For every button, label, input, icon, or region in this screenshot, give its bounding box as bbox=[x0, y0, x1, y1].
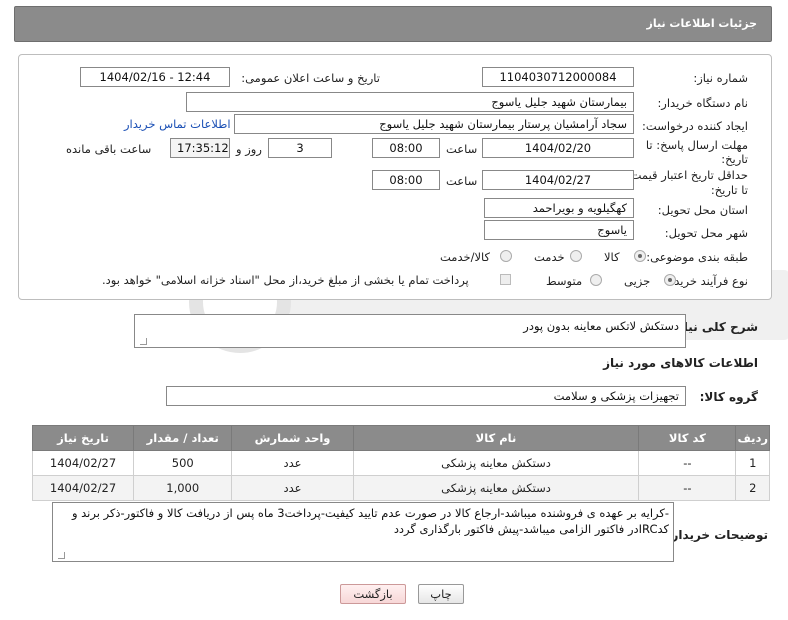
reply-days-field[interactable]: 3 bbox=[268, 138, 332, 158]
process-label: نوع فرآیند خرید : bbox=[666, 274, 748, 288]
reply-days-label: روز و bbox=[236, 142, 262, 156]
cell-qty: 500 bbox=[133, 450, 233, 476]
category-radio-goods[interactable] bbox=[634, 250, 646, 262]
requester-field[interactable]: سجاد آرامشیان پرستار بیمارستان شهید جلیل… bbox=[234, 114, 634, 134]
treasury-note: پرداخت تمام یا بخشی از مبلغ خرید،از محل … bbox=[102, 273, 469, 287]
buyer-notes-line-1: -کرایه بر عهده ی فروشنده میباشد-ارجاع کا… bbox=[71, 506, 669, 520]
buyer-notes-line-2: کدIRCدر فاکتور الزامی میباشد-پیش فاکتور … bbox=[393, 522, 669, 536]
cell-qty: 1,000 bbox=[133, 475, 233, 501]
goods-table: ردیف کد کالا نام کالا واحد شمارش تعداد /… bbox=[31, 425, 770, 501]
process-radio-minor[interactable] bbox=[664, 274, 676, 286]
category-radio-goods-service[interactable] bbox=[500, 250, 512, 262]
need-number-label: شماره نیاز: bbox=[693, 71, 748, 85]
buyer-contact-link[interactable]: اطلاعات تماس خریدار bbox=[124, 117, 231, 131]
reply-deadline-label-1: مهلت ارسال پاسخ: تا bbox=[645, 138, 748, 152]
buyer-notes-textarea[interactable]: -کرایه بر عهده ی فروشنده میباشد-ارجاع کا… bbox=[52, 502, 674, 562]
remaining-time-field: 17:35:12 bbox=[170, 138, 230, 158]
price-validity-label-2: تا تاریخ: bbox=[710, 183, 748, 197]
announce-datetime-field[interactable]: 1404/02/16 - 12:44 bbox=[80, 67, 230, 87]
requester-label: ایجاد کننده درخواست: bbox=[642, 119, 748, 133]
col-qty: تعداد / مقدار bbox=[133, 425, 233, 451]
goods-group-label: گروه کالا: bbox=[699, 390, 758, 404]
reply-deadline-time-field[interactable]: 08:00 bbox=[372, 138, 440, 158]
cell-code: -- bbox=[638, 475, 737, 501]
category-option-goods-service: کالا/خدمت bbox=[440, 250, 491, 264]
goods-group-field[interactable]: تجهیزات پزشکی و سلامت bbox=[166, 386, 686, 406]
delivery-province-field[interactable]: کهگیلویه و بویراحمد bbox=[484, 198, 634, 218]
goods-section-title: اطلاعات کالاهای مورد نیاز bbox=[603, 356, 758, 370]
col-unit: واحد شمارش bbox=[231, 425, 354, 451]
col-code: کد کالا bbox=[638, 425, 737, 451]
process-radio-medium[interactable] bbox=[590, 274, 602, 286]
buyer-notes-label: توضیحات خریدار: bbox=[666, 528, 768, 542]
buyer-org-field[interactable]: بیمارستان شهید جلیل یاسوج bbox=[186, 92, 634, 112]
announce-datetime-label: تاریخ و ساعت اعلان عمومی: bbox=[241, 71, 380, 85]
category-option-service: خدمت bbox=[534, 250, 565, 264]
description-textarea[interactable]: دستکش لاتکس معاینه بدون پودر bbox=[134, 314, 686, 348]
process-option-medium: متوسط bbox=[546, 274, 583, 288]
price-validity-date-field[interactable]: 1404/02/27 bbox=[482, 170, 634, 190]
cell-code: -- bbox=[638, 450, 737, 476]
cell-unit: عدد bbox=[231, 475, 354, 501]
description-resize-handle[interactable] bbox=[140, 338, 147, 345]
price-validity-label-1: حداقل تاریخ اعتبار قیمت: bbox=[626, 168, 748, 182]
col-row: ردیف bbox=[735, 425, 770, 451]
reply-deadline-time-label: ساعت bbox=[446, 142, 478, 156]
need-number-field[interactable]: 1104030712000084 bbox=[482, 67, 634, 87]
treasury-checkbox[interactable] bbox=[500, 274, 511, 285]
reply-deadline-date-field[interactable]: 1404/02/20 bbox=[482, 138, 634, 158]
goods-table-header: ردیف کد کالا نام کالا واحد شمارش تعداد /… bbox=[31, 425, 770, 451]
delivery-province-label: استان محل تحویل: bbox=[657, 203, 748, 217]
col-date: تاریخ نیاز bbox=[31, 425, 135, 451]
buyer-org-label: نام دستگاه خریدار: bbox=[657, 96, 748, 110]
process-option-minor: جزیی bbox=[624, 274, 651, 288]
back-button[interactable]: بازگشت bbox=[340, 584, 406, 604]
price-validity-time-field[interactable]: 08:00 bbox=[372, 170, 440, 190]
delivery-city-field[interactable]: یاسوج bbox=[484, 220, 634, 240]
cell-unit: عدد bbox=[231, 450, 354, 476]
remaining-time-label: ساعت باقی مانده bbox=[66, 142, 152, 156]
page-header: جزئیات اطلاعات نیاز bbox=[14, 6, 772, 42]
table-row[interactable]: 2 -- دستکش معاینه پزشکی عدد 1,000 1404/0… bbox=[31, 475, 770, 501]
cell-row: 1 bbox=[735, 450, 770, 476]
category-label: طبقه بندی موضوعی: bbox=[646, 250, 748, 264]
cell-date: 1404/02/27 bbox=[31, 450, 135, 476]
page-title: جزئیات اطلاعات نیاز bbox=[646, 17, 758, 30]
delivery-city-label: شهر محل تحویل: bbox=[664, 226, 748, 240]
notes-resize-handle[interactable] bbox=[58, 552, 65, 559]
category-option-goods: کالا bbox=[604, 250, 620, 264]
price-validity-time-label: ساعت bbox=[446, 174, 478, 188]
cell-name: دستکش معاینه پزشکی bbox=[352, 450, 640, 476]
cell-date: 1404/02/27 bbox=[31, 475, 135, 501]
reply-deadline-label-2: تاریخ: bbox=[721, 152, 748, 166]
cell-row: 2 bbox=[735, 475, 770, 501]
table-row[interactable]: 1 -- دستکش معاینه پزشکی عدد 500 1404/02/… bbox=[31, 450, 770, 476]
cell-name: دستکش معاینه پزشکی bbox=[352, 475, 640, 501]
print-button[interactable]: چاپ bbox=[418, 584, 464, 604]
col-name: نام کالا bbox=[352, 425, 640, 451]
category-radio-service[interactable] bbox=[570, 250, 582, 262]
